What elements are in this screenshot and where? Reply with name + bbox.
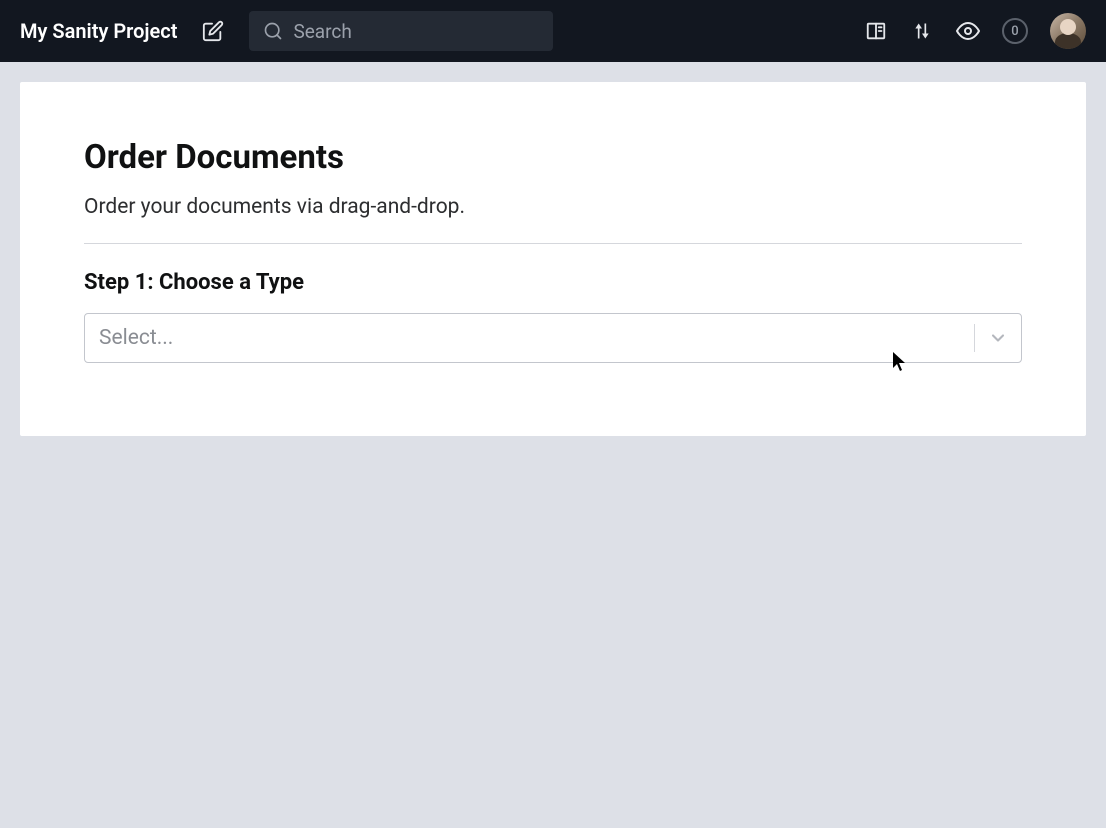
- compose-icon: [202, 20, 224, 42]
- search-placeholder: Search: [293, 20, 351, 43]
- project-title[interactable]: My Sanity Project: [20, 19, 177, 43]
- panel-icon: [865, 20, 887, 42]
- select-placeholder: Select...: [85, 326, 974, 350]
- notification-count: 0: [1011, 24, 1018, 39]
- select-arrow: [975, 328, 1021, 348]
- topbar: My Sanity Project Search: [0, 0, 1106, 62]
- chevron-down-icon: [988, 328, 1008, 348]
- panel-toggle-button[interactable]: [864, 19, 888, 43]
- notification-badge[interactable]: 0: [1002, 18, 1028, 44]
- user-avatar[interactable]: [1050, 13, 1086, 49]
- eye-icon: [956, 19, 980, 43]
- page-subtitle: Order your documents via drag-and-drop.: [84, 195, 1022, 219]
- sort-button[interactable]: [910, 19, 934, 43]
- sort-icon: [912, 20, 932, 42]
- search-input[interactable]: Search: [249, 11, 552, 51]
- divider: [84, 243, 1022, 244]
- topbar-actions: 0: [864, 13, 1086, 49]
- compose-button[interactable]: [195, 13, 231, 49]
- search-icon: [263, 21, 283, 41]
- step-title: Step 1: Choose a Type: [84, 270, 1022, 295]
- main-panel: Order Documents Order your documents via…: [20, 82, 1086, 436]
- visibility-button[interactable]: [956, 19, 980, 43]
- type-select[interactable]: Select...: [84, 313, 1022, 363]
- page-title: Order Documents: [84, 138, 1022, 177]
